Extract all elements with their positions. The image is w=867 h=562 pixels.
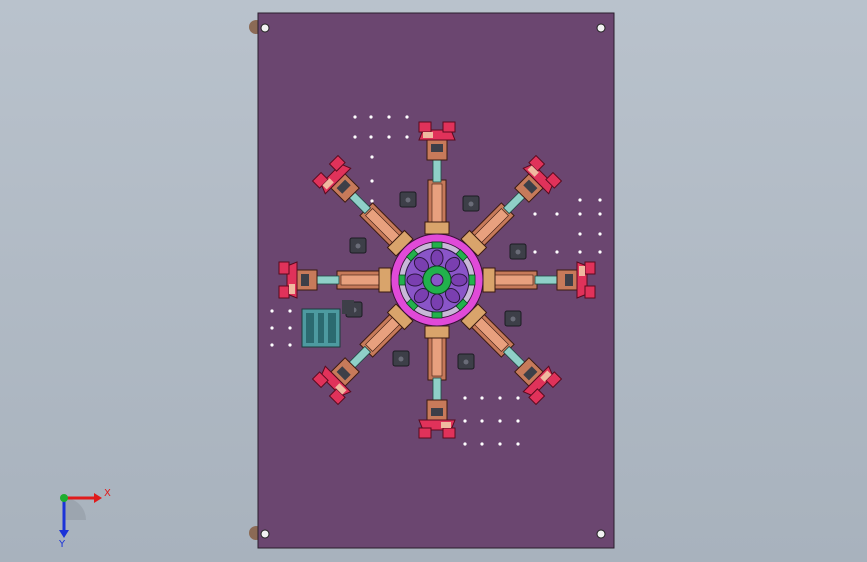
y-axis-label: Y	[58, 539, 66, 550]
screw-hole	[578, 232, 582, 236]
screw-hole	[598, 250, 602, 254]
screw-hole	[270, 343, 274, 347]
screw-hole	[598, 212, 602, 216]
screw-hole	[288, 309, 292, 313]
screw-hole	[498, 442, 502, 446]
screw-hole	[353, 115, 357, 119]
screw-hole	[480, 419, 484, 423]
screw-hole	[516, 396, 520, 400]
screw-hole	[353, 135, 357, 139]
screw-hole	[405, 135, 409, 139]
coordinate-triad: X Y	[58, 488, 111, 550]
screw-hole	[369, 115, 373, 119]
screw-hole	[405, 115, 409, 119]
screw-hole	[578, 212, 582, 216]
screw-hole	[516, 419, 520, 423]
screw-hole	[533, 212, 537, 216]
screw-hole	[370, 179, 374, 183]
screw-hole	[480, 442, 484, 446]
screw-hole	[498, 419, 502, 423]
screw-hole	[578, 250, 582, 254]
screw-hole	[498, 396, 502, 400]
z-axis-dot	[60, 494, 68, 502]
screw-hole	[463, 442, 467, 446]
screw-hole	[288, 343, 292, 347]
screw-hole	[288, 326, 292, 330]
screw-hole	[533, 250, 537, 254]
screw-hole	[480, 396, 484, 400]
screw-hole	[578, 198, 582, 202]
screw-hole	[270, 326, 274, 330]
screw-hole	[387, 115, 391, 119]
rotary-index-table[interactable]	[390, 233, 484, 327]
screw-hole	[516, 442, 520, 446]
screw-hole	[463, 419, 467, 423]
screw-hole	[463, 396, 467, 400]
screw-hole	[598, 198, 602, 202]
screw-hole	[598, 232, 602, 236]
screw-hole	[369, 135, 373, 139]
cad-viewport[interactable]	[0, 0, 867, 562]
screw-hole	[270, 309, 274, 313]
x-axis-label: X	[104, 488, 111, 499]
screw-hole	[370, 155, 374, 159]
screw-hole	[370, 199, 374, 203]
screw-hole	[555, 212, 559, 216]
screw-hole	[387, 135, 391, 139]
screw-hole	[555, 250, 559, 254]
